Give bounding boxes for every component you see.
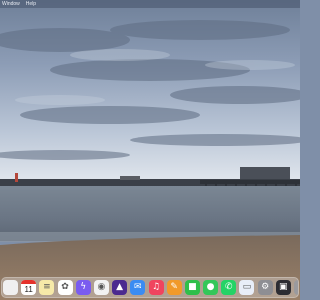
affinity-icon[interactable]: ▲ xyxy=(112,280,128,295)
settings-icon[interactable]: ⚙ xyxy=(257,280,273,295)
menu-help[interactable]: Help xyxy=(26,0,36,8)
mail-glyph: ✉ xyxy=(134,282,142,292)
app-store-glyph: ▣ xyxy=(279,282,288,292)
settings-glyph: ⚙ xyxy=(261,282,270,292)
menu-window[interactable]: Window xyxy=(2,0,20,8)
dock: 11≡✿ϟ◉▲✉♫✎■●✆▭⚙▣⊞▯ xyxy=(1,277,299,298)
safari-icon[interactable]: ◉ xyxy=(93,280,109,295)
menu-bar: Window Help xyxy=(0,0,300,8)
facetime-glyph: ■ xyxy=(188,282,197,292)
desktop-wallpaper xyxy=(0,0,300,300)
app-store-icon[interactable]: ▣ xyxy=(275,280,291,295)
music-glyph: ♫ xyxy=(151,282,161,292)
calculator-icon[interactable]: ⊞ xyxy=(294,280,299,295)
mail-icon[interactable]: ✉ xyxy=(130,280,146,295)
notes-glyph: ≡ xyxy=(43,282,51,292)
messages-icon[interactable]: ● xyxy=(203,280,219,295)
partial-app-icon[interactable] xyxy=(3,280,18,295)
pages-glyph: ✎ xyxy=(170,282,178,292)
calendar-icon[interactable]: 11 xyxy=(21,280,37,295)
calendar-day: 11 xyxy=(24,285,33,294)
messenger-glyph: ϟ xyxy=(80,282,87,292)
whatsapp-icon[interactable]: ✆ xyxy=(221,280,237,295)
music-icon[interactable]: ♫ xyxy=(148,280,164,295)
safari-glyph: ◉ xyxy=(97,282,106,292)
facetime-icon[interactable]: ■ xyxy=(184,280,200,295)
notes-icon[interactable]: ≡ xyxy=(39,280,55,295)
pages-icon[interactable]: ✎ xyxy=(166,280,182,295)
whatsapp-glyph: ✆ xyxy=(224,282,233,292)
messenger-icon[interactable]: ϟ xyxy=(75,280,91,295)
photos-icon[interactable]: ✿ xyxy=(57,280,73,295)
preview-glyph: ▭ xyxy=(242,282,252,292)
messages-glyph: ● xyxy=(206,282,215,292)
preview-icon[interactable]: ▭ xyxy=(239,280,255,295)
calculator-glyph: ⊞ xyxy=(294,280,299,295)
affinity-glyph: ▲ xyxy=(116,282,124,292)
photos-glyph: ✿ xyxy=(61,282,69,292)
